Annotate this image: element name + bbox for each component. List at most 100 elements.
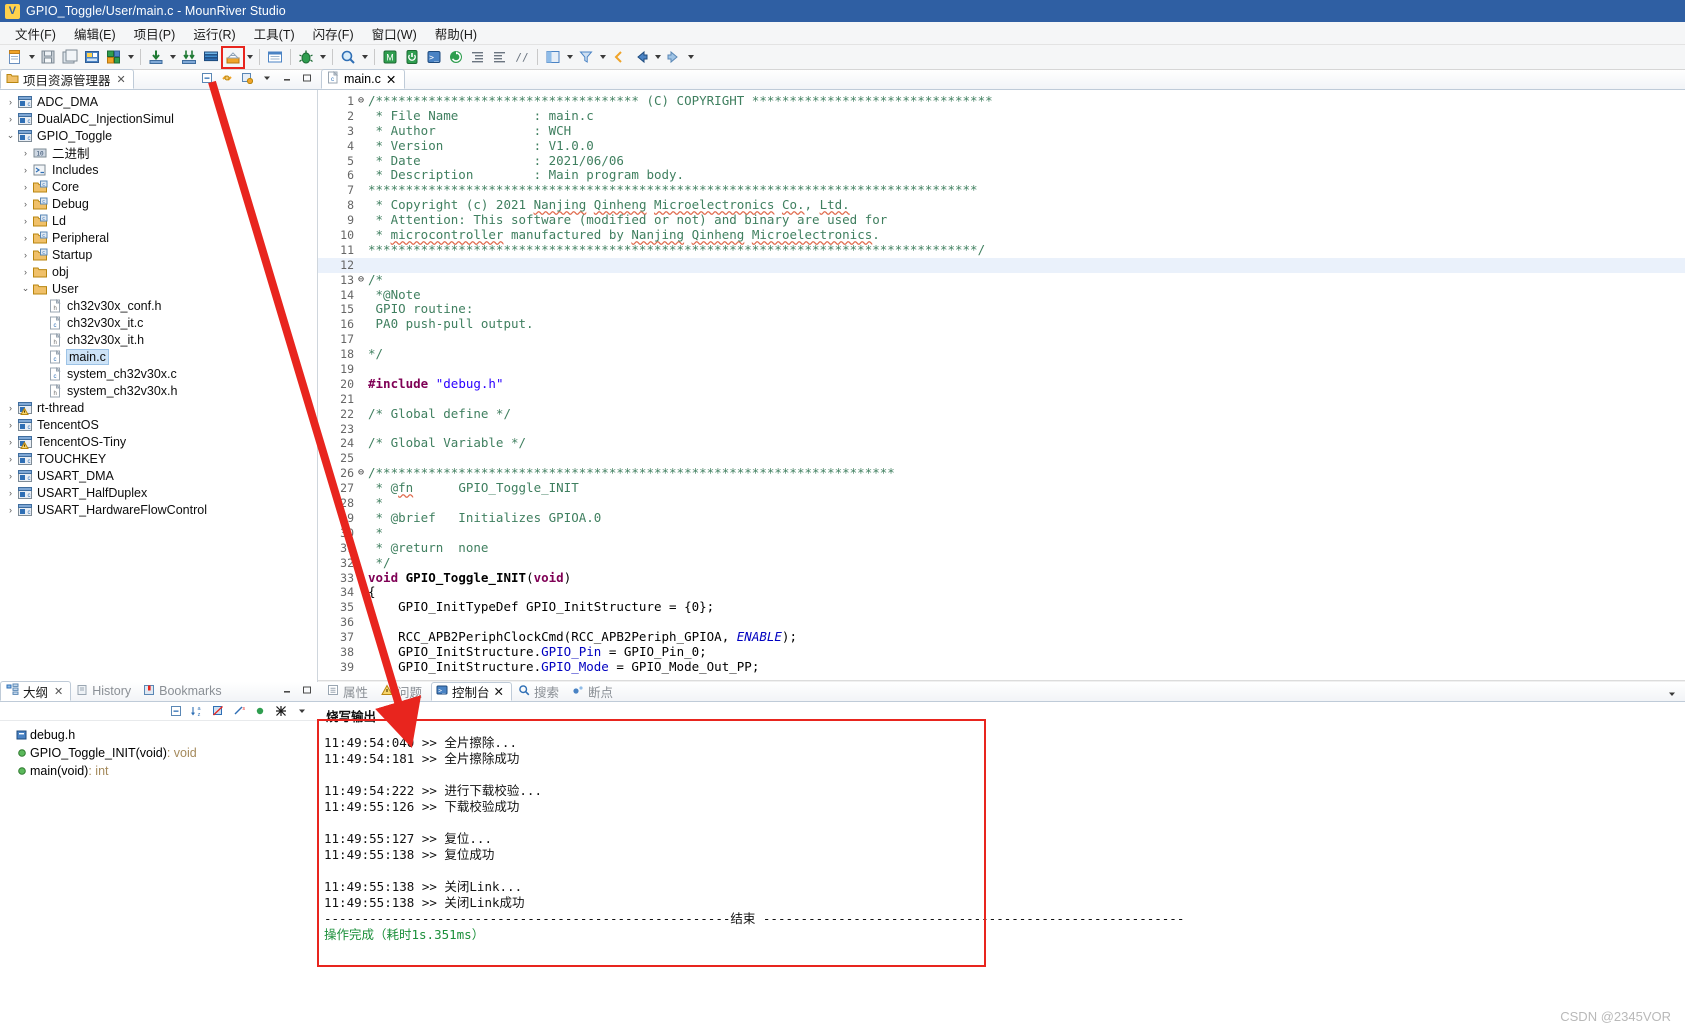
chevron-right-icon[interactable]: › [4,403,17,413]
back-small-icon[interactable] [608,47,630,68]
code-line[interactable]: 2 * File Name : main.c [318,108,1685,124]
code-line[interactable]: 34 { [318,584,1685,600]
chevron-right-icon[interactable]: › [19,233,32,243]
outline-item[interactable]: GPIO_Toggle_INIT(void) : void [14,744,318,762]
save-all-icon[interactable] [59,47,81,68]
maximize-icon[interactable] [300,683,314,697]
close-icon[interactable]: ✕ [386,72,396,87]
maximize-icon[interactable] [300,71,314,85]
code-line[interactable]: 37 RCC_APB2PeriphClockCmd(RCC_APB2Periph… [318,629,1685,645]
code-line[interactable]: 18 */ [318,346,1685,362]
tab-main-c[interactable]: c main.c ✕ [321,69,406,89]
menu-window[interactable]: 窗口(W) [363,22,426,45]
download-flash-button[interactable] [221,45,245,69]
view-menu-icon[interactable] [295,704,309,718]
code-line[interactable]: 21 [318,392,1685,407]
code-line[interactable]: 31 * @return none [318,540,1685,556]
chevron-right-icon[interactable]: › [19,250,32,260]
menu-help[interactable]: 帮助(H) [426,22,486,45]
outline-list[interactable]: debug.h GPIO_Toggle_INIT(void) : void main… [0,721,318,780]
tab-project-explorer[interactable]: 项目资源管理器 ✕ [0,69,134,89]
code-line[interactable]: 14 *@Note [318,287,1685,303]
tree-item-ch32v30x_conf.h[interactable]: h ch32v30x_conf.h [0,297,317,314]
perspective-dropdown-icon[interactable] [564,47,575,68]
chevron-right-icon[interactable]: › [19,165,32,175]
sort-icon[interactable]: az [190,704,204,718]
download-flash-dropdown-icon[interactable] [244,47,255,68]
tab-history[interactable]: History [71,681,138,701]
power-icon[interactable] [401,47,423,68]
code-line[interactable]: 28 * [318,495,1685,511]
fold-toggle-icon[interactable]: ⊖ [356,273,366,288]
code-line[interactable]: 6 * Description : Main program body. [318,168,1685,183]
collapse-all-icon[interactable] [169,704,183,718]
tab-console[interactable]: >_ 控制台 ✕ [431,682,513,701]
chevron-right-icon[interactable]: › [19,199,32,209]
code-line[interactable]: 16 PA0 push-pull output. [318,316,1685,332]
debug-dropdown-icon[interactable] [317,47,328,68]
close-icon[interactable]: ✕ [494,684,504,699]
code-line[interactable]: 27 * @fn GPIO_Toggle_INIT [318,480,1685,496]
menu-flash[interactable]: 闪存(F) [304,22,363,45]
tab-problems[interactable]: 问题 [377,682,429,701]
chevron-right-icon[interactable]: › [4,420,17,430]
chevron-down-icon[interactable]: ⌄ [4,130,17,141]
chevron-right-icon[interactable]: › [4,505,17,515]
perspective-icon[interactable] [542,47,564,68]
code-line[interactable]: 24 /* Global Variable */ [318,436,1685,451]
back-dropdown-icon[interactable] [652,47,663,68]
tree-item-obj[interactable]: › obj [0,263,317,280]
tree-item-dualadc_injectionsimul[interactable]: › c DualADC_InjectionSimul [0,110,317,127]
hide-static-icon[interactable]: s [232,704,246,718]
tree-item-user[interactable]: ⌄ User [0,280,317,297]
minimize-icon[interactable] [280,71,294,85]
menu-project[interactable]: 项目(P) [125,22,185,45]
code-line[interactable]: 35 GPIO_InitTypeDef GPIO_InitStructure =… [318,599,1685,615]
download-dropdown-icon[interactable] [167,47,178,68]
hide-nonpublic-icon[interactable] [253,704,267,718]
library-icon[interactable] [200,47,222,68]
menu-run[interactable]: 运行(R) [184,22,244,45]
menu-file[interactable]: 文件(F) [6,22,65,45]
outline-item[interactable]: main(void) : int [14,762,318,780]
console-body[interactable]: 烧写输出 11:49:54:040 >> 全片擦除... 11:49:54:181… [317,702,1685,1032]
tree-item-usart_halfduplex[interactable]: › c USART_HalfDuplex [0,484,317,501]
view-dropdown-icon[interactable] [1665,687,1679,701]
code-line[interactable]: 4 * Version : V1.0.0 [318,138,1685,154]
tree-item-startup[interactable]: › c Startup [0,246,317,263]
code-line[interactable]: 26 ⊖/************************************… [318,465,1685,481]
tree-item-core[interactable]: › c Core [0,178,317,195]
tree-item-ch32v30x_it.h[interactable]: h ch32v30x_it.h [0,331,317,348]
chevron-right-icon[interactable]: › [19,267,32,277]
code-line[interactable]: 32 */ [318,555,1685,571]
tree-item-tencentos[interactable]: › c TencentOS [0,416,317,433]
code-line[interactable]: 23 [318,422,1685,437]
console-toolbar-icon[interactable]: >_ [423,47,445,68]
tab-search[interactable]: 搜索 [514,682,566,701]
filter-dropdown-icon[interactable] [597,47,608,68]
tree-item-system_ch32v30x.h[interactable]: h system_ch32v30x.h [0,382,317,399]
back-icon[interactable] [630,47,652,68]
code-line[interactable]: 30 * [318,525,1685,541]
tree-item-main.c[interactable]: c main.c [0,348,317,365]
code-line[interactable]: 38 GPIO_InitStructure.GPIO_Pin = GPIO_Pi… [318,644,1685,660]
filter-icon[interactable] [575,47,597,68]
code-line[interactable]: 36 [318,615,1685,630]
tab-outline[interactable]: 大纲 ✕ [0,681,72,701]
tab-properties[interactable]: 属性 [323,682,375,701]
debug-icon[interactable] [295,47,317,68]
download-all-icon[interactable] [178,47,200,68]
code-line[interactable]: 29 * @brief Initializes GPIOA.0 [318,510,1685,526]
chevron-right-icon[interactable]: › [4,488,17,498]
minimize-icon[interactable] [280,683,294,697]
code-line[interactable]: 25 [318,451,1685,466]
tree-item-tencentos-tiny[interactable]: › TencentOS-Tiny [0,433,317,450]
tree-item-ch32v30x_it.c[interactable]: c ch32v30x_it.c [0,314,317,331]
indent-right-icon[interactable] [489,47,511,68]
tree-item-rt-thread[interactable]: › rt-thread [0,399,317,416]
tree-item-ld[interactable]: › c Ld [0,212,317,229]
code-line[interactable]: 22 /* Global define */ [318,406,1685,422]
outline-item[interactable]: debug.h [14,726,318,744]
download-icon[interactable] [145,47,167,68]
tab-bookmarks[interactable]: Bookmarks [138,681,229,701]
